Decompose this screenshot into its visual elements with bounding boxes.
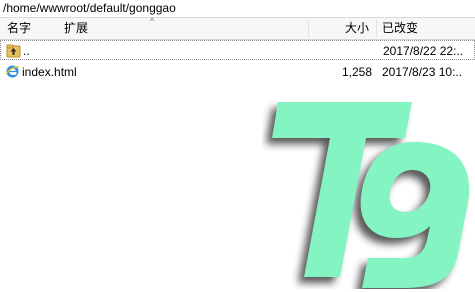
column-modified-header[interactable]: 已改变 [382, 18, 418, 39]
column-ext-header[interactable]: 扩展 [64, 18, 88, 39]
column-size-header[interactable]: 大小 [345, 18, 369, 39]
file-row-parent[interactable]: .. 2017/8/22 22:.. [0, 40, 475, 60]
t9-logo-graphic [266, 102, 470, 292]
file-size: 1,258 [341, 65, 372, 79]
file-size [331, 41, 373, 61]
column-divider[interactable] [308, 20, 309, 37]
current-path: /home/wwwroot/default/gonggao [3, 1, 176, 15]
file-name: index.html [22, 65, 77, 79]
sort-ascending-icon: ^ [150, 16, 155, 26]
file-row-index-html[interactable]: index.html 1,258 2017/8/23 10:.. [0, 62, 475, 82]
file-modified: 2017/8/22 22:.. [383, 44, 464, 58]
file-name: .. [23, 44, 30, 58]
column-name-header[interactable]: 名字 [7, 18, 31, 39]
t9-logo-shape [272, 102, 470, 288]
parent-folder-icon [6, 43, 21, 58]
t9-watermark-logo [262, 92, 475, 292]
column-divider[interactable] [376, 20, 377, 37]
file-modified: 2017/8/23 10:.. [382, 65, 463, 79]
column-header: 名字 ^ 扩展 大小 已改变 [0, 16, 475, 40]
path-bar[interactable]: /home/wwwroot/default/gonggao [0, 0, 475, 18]
ie-html-file-icon [5, 64, 20, 79]
